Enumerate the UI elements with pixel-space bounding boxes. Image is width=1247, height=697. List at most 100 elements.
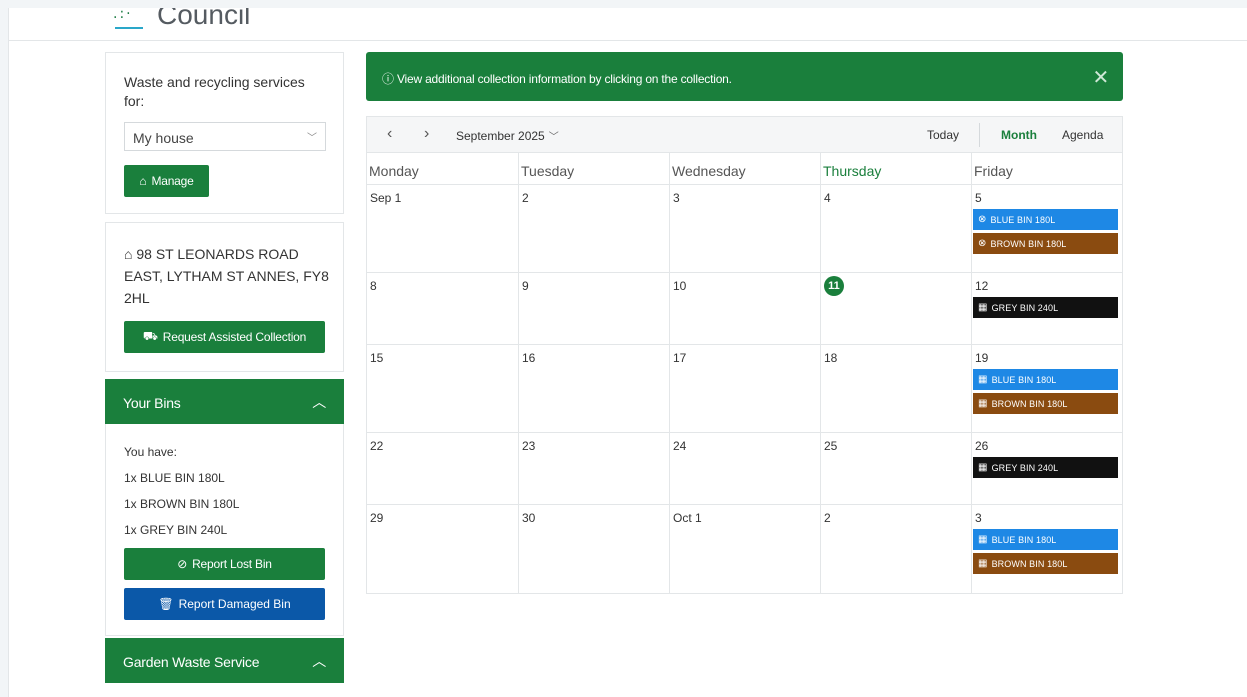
day-cell[interactable]: 2 [821, 505, 972, 593]
day-cell[interactable]: 19 ▦ BLUE BIN 180L ▦ BROWN BIN 180L [972, 345, 1122, 433]
month-picker[interactable]: September 2025 ﹀ [456, 128, 559, 143]
day-cell[interactable]: 5 ⊗ BLUE BIN 180L ⊗ BROWN BIN 180L [972, 185, 1122, 273]
report-lost-bin-button[interactable]: ⊘ Report Lost Bin [124, 548, 325, 580]
day-cell[interactable]: 17 [670, 345, 821, 433]
day-number: Oct 1 [673, 511, 702, 525]
day-number: 5 [975, 191, 982, 205]
day-cell[interactable]: Oct 1 [670, 505, 821, 593]
manage-button[interactable]: ⌂ Manage [124, 165, 209, 197]
collection-event-brown[interactable]: ⊗ BROWN BIN 180L [973, 233, 1118, 254]
close-icon[interactable]: ✕ [1092, 65, 1109, 90]
collection-event-blue[interactable]: ▦ BLUE BIN 180L [973, 529, 1118, 550]
collection-calendar: ‹ › September 2025 ﹀ Today Month Agenda M… [366, 116, 1123, 594]
event-label: GREY BIN 240L [991, 462, 1059, 473]
calendar-toolbar: ‹ › September 2025 ﹀ Today Month Agenda [367, 117, 1122, 153]
calendar-icon: ▦ [978, 374, 988, 385]
bin-item-grey: 1x GREY BIN 240L [124, 523, 228, 537]
day-cell[interactable]: 29 [367, 505, 519, 593]
property-select-value: My house [133, 130, 194, 146]
day-cell[interactable]: 18 [821, 345, 972, 433]
cancel-icon: ⊗ [978, 238, 987, 249]
collection-event-brown[interactable]: ▦ BROWN BIN 180L [973, 553, 1118, 574]
event-label: BLUE BIN 180L [991, 374, 1057, 385]
property-address-text: 98 ST LEONARDS ROAD EAST, LYTHAM ST ANNE… [124, 246, 329, 306]
day-cell[interactable]: 8 [367, 273, 519, 345]
event-label: BROWN BIN 180L [991, 558, 1068, 569]
site-header: .:· Council [9, 8, 1247, 41]
day-cell[interactable]: 24 [670, 433, 821, 505]
report-damaged-bin-label: Report Damaged Bin [178, 597, 291, 611]
day-number: 25 [824, 439, 838, 453]
collection-event-grey[interactable]: ▦ GREY BIN 240L [973, 457, 1118, 478]
day-number: 22 [370, 439, 384, 453]
chevron-down-icon: ﹀ [307, 133, 317, 144]
day-cell[interactable]: 3 [670, 185, 821, 273]
day-cell[interactable]: 15 [367, 345, 519, 433]
next-month-icon[interactable]: › [424, 125, 429, 143]
day-cell[interactable]: 30 [519, 505, 670, 593]
calendar-icon: ▦ [978, 302, 988, 313]
council-logo-icon[interactable]: .:· [113, 8, 153, 30]
day-number: 15 [370, 351, 384, 365]
address-card: ⌂ 98 ST LEONARDS ROAD EAST, LYTHAM ST AN… [105, 222, 344, 372]
home-icon: ⌂ [124, 246, 133, 262]
day-number: 16 [522, 351, 536, 365]
weekday-header: Tuesday [519, 153, 670, 185]
day-number: 18 [824, 351, 838, 365]
day-number: 3 [975, 511, 982, 525]
services-title: Waste and recycling services for: [124, 74, 305, 109]
cancel-icon: ⊗ [978, 214, 987, 225]
request-assisted-collection-button[interactable]: ⛟ Request Assisted Collection [124, 321, 325, 353]
collection-event-blue[interactable]: ⊗ BLUE BIN 180L [973, 209, 1118, 230]
property-select[interactable]: My house ﹀ [124, 122, 326, 151]
collection-event-brown[interactable]: ▦ BROWN BIN 180L [973, 393, 1118, 414]
day-number: Sep 1 [370, 191, 402, 205]
collection-event-grey[interactable]: ▦ GREY BIN 240L [973, 297, 1118, 318]
day-cell[interactable]: Sep 1 [367, 185, 519, 273]
day-cell[interactable]: 3 ▦ BLUE BIN 180L ▦ BROWN BIN 180L [972, 505, 1122, 593]
day-cell[interactable]: 26 ▦ GREY BIN 240L [972, 433, 1122, 505]
agenda-view-button[interactable]: Agenda [1062, 128, 1103, 142]
day-number: 19 [975, 351, 989, 365]
weekday-header: Thursday [821, 153, 972, 185]
report-lost-bin-label: Report Lost Bin [192, 557, 272, 571]
day-cell[interactable]: 22 [367, 433, 519, 505]
day-cell[interactable]: 23 [519, 433, 670, 505]
report-damaged-bin-button[interactable]: 🗑 Report Damaged Bin [124, 588, 325, 620]
day-number: 10 [673, 279, 687, 293]
garden-waste-title: Garden Waste Service [123, 654, 260, 670]
day-number: 12 [975, 279, 989, 293]
day-cell[interactable]: 12 ▦ GREY BIN 240L [972, 273, 1122, 345]
day-number: 26 [975, 439, 989, 453]
toolbar-divider [979, 123, 980, 147]
day-number: 2 [522, 191, 529, 205]
your-bins-header[interactable]: Your Bins ︿ [105, 379, 344, 424]
event-label: GREY BIN 240L [991, 302, 1059, 313]
day-number: 29 [370, 511, 384, 525]
day-cell-today[interactable]: 11 [821, 273, 972, 345]
day-cell[interactable]: 10 [670, 273, 821, 345]
chevron-up-icon[interactable]: ︿ [312, 392, 326, 412]
day-cell[interactable]: 9 [519, 273, 670, 345]
today-button[interactable]: Today [927, 128, 959, 142]
assisted-button-label: Request Assisted Collection [162, 330, 307, 344]
info-alert-text: View additional collection information b… [396, 72, 732, 86]
prev-month-icon[interactable]: ‹ [387, 125, 392, 143]
chevron-up-icon[interactable]: ︿ [312, 651, 326, 671]
trash-icon: 🗑 [158, 597, 174, 611]
garden-waste-header[interactable]: Garden Waste Service ︿ [105, 638, 344, 683]
event-label: BLUE BIN 180L [990, 214, 1056, 225]
bin-item-blue: 1x BLUE BIN 180L [124, 471, 225, 485]
bin-slash-icon: ⊘ [177, 557, 188, 571]
month-view-button[interactable]: Month [1001, 128, 1037, 142]
property-address: ⌂ 98 ST LEONARDS ROAD EAST, LYTHAM ST AN… [124, 243, 329, 309]
day-cell[interactable]: 16 [519, 345, 670, 433]
council-logo-text[interactable]: Council [157, 8, 250, 31]
calendar-icon: ▦ [978, 462, 988, 473]
day-cell[interactable]: 2 [519, 185, 670, 273]
collection-event-blue[interactable]: ▦ BLUE BIN 180L [973, 369, 1118, 390]
day-number: 2 [824, 511, 831, 525]
day-number: 30 [522, 511, 536, 525]
day-cell[interactable]: 25 [821, 433, 972, 505]
day-cell[interactable]: 4 [821, 185, 972, 273]
